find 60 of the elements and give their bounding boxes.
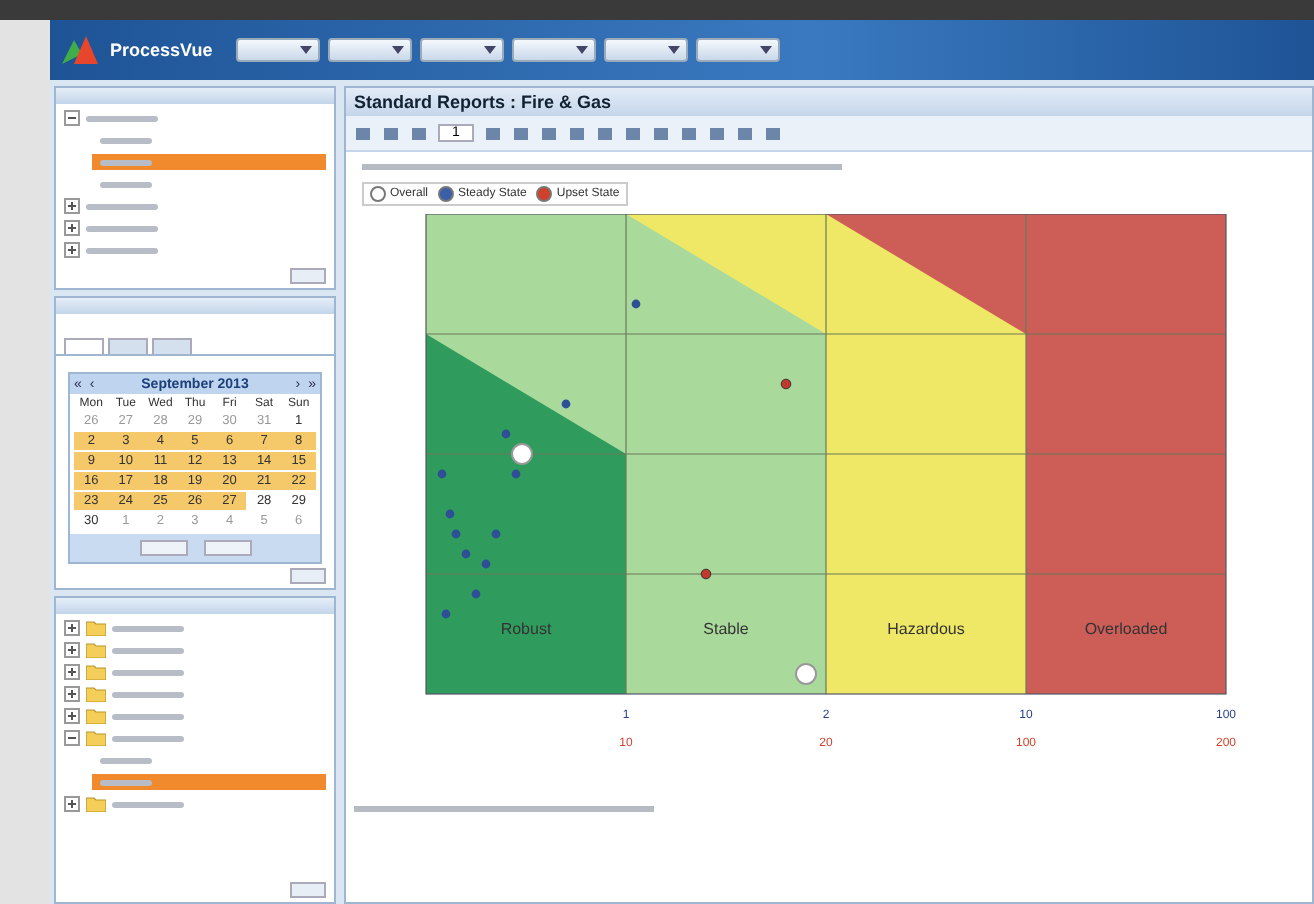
data-point — [491, 529, 501, 539]
blurred-label[interactable] — [112, 735, 184, 741]
report-title: Standard Reports : Fire & Gas — [346, 88, 1312, 116]
caret-icon — [392, 46, 405, 54]
app-logo-text: ProcessVue — [110, 40, 213, 60]
data-point — [445, 509, 455, 519]
data-point — [461, 549, 471, 559]
menu-dropdown-button[interactable] — [328, 38, 413, 62]
menu-dropdown-button[interactable] — [236, 38, 321, 62]
data-point — [501, 429, 511, 439]
caret-icon — [668, 46, 681, 54]
expand-icon[interactable] — [64, 220, 80, 236]
data-point — [700, 568, 712, 580]
expand-icon[interactable] — [64, 708, 80, 724]
zone-label: Stable — [703, 620, 749, 638]
data-point — [451, 529, 461, 539]
expand-icon[interactable] — [64, 664, 80, 680]
caret-icon — [484, 46, 497, 54]
filter-tab[interactable] — [152, 338, 192, 354]
blurred-label[interactable] — [112, 669, 184, 675]
blurred-label[interactable] — [112, 625, 184, 631]
expand-icon[interactable] — [64, 620, 80, 636]
filter-tab[interactable] — [64, 338, 104, 354]
logo-icon — [62, 36, 102, 64]
caret-icon — [760, 46, 773, 54]
data-point — [631, 299, 641, 309]
filter-tab[interactable] — [108, 338, 148, 354]
expand-icon[interactable] — [64, 686, 80, 702]
data-point — [437, 469, 447, 479]
caret-icon — [300, 46, 313, 54]
folder-icon — [86, 796, 106, 812]
expand-icon[interactable] — [64, 796, 80, 812]
calendar-button[interactable] — [139, 540, 187, 556]
data-point — [481, 559, 491, 569]
panel-button[interactable] — [290, 882, 326, 898]
collapse-icon[interactable] — [64, 730, 80, 746]
blurred-label[interactable] — [112, 801, 184, 807]
expand-icon[interactable] — [64, 242, 80, 258]
data-point — [511, 469, 521, 479]
panel-button[interactable] — [290, 268, 326, 284]
menu-dropdown-button[interactable] — [512, 38, 597, 62]
caret-icon — [576, 46, 589, 54]
blurred-label[interactable] — [112, 647, 184, 653]
data-point — [441, 609, 451, 619]
data-point — [780, 378, 792, 390]
calendar-button[interactable] — [203, 540, 251, 556]
zone-label: Robust — [500, 620, 552, 638]
zone-label: Hazardous — [887, 620, 965, 638]
menu-dropdown-button[interactable] — [696, 38, 781, 62]
collapse-icon[interactable] — [64, 110, 80, 126]
menu-dropdown-button[interactable] — [420, 38, 505, 62]
blurred-label[interactable] — [112, 713, 184, 719]
zone-label: Overloaded — [1084, 620, 1168, 638]
expand-icon[interactable] — [64, 642, 80, 658]
data-point — [561, 399, 571, 409]
blurred-label[interactable] — [112, 691, 184, 697]
menu-dropdown-button[interactable] — [604, 38, 689, 62]
expand-icon[interactable] — [64, 198, 80, 214]
panel-button[interactable] — [290, 568, 326, 584]
data-point — [471, 589, 481, 599]
